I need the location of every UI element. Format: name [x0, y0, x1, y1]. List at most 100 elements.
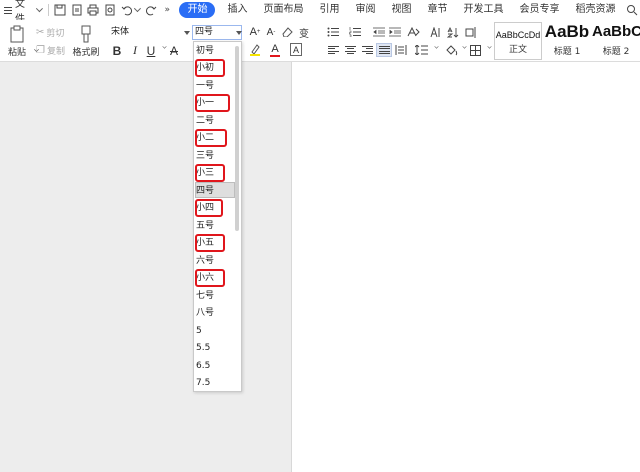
format-painter-label: 格式刷 [72, 47, 100, 58]
font-size-option[interactable]: 6.5 [196, 358, 236, 374]
style-heading-1[interactable]: AaBb 标题 1 [544, 22, 590, 60]
save-icon[interactable] [53, 2, 68, 18]
font-size-option[interactable]: 5.5 [196, 340, 236, 356]
hamburger-icon [4, 6, 12, 14]
tab-developer[interactable]: 开发工具 [455, 0, 511, 20]
customize-toolbar-icon[interactable]: » [160, 2, 175, 18]
cut-label: 剪切 [46, 28, 65, 39]
underline-dropdown-icon[interactable] [162, 44, 167, 49]
style-heading-1-label: 标题 1 [553, 47, 581, 57]
style-normal-label: 正文 [508, 45, 527, 55]
phonetic-guide-button[interactable]: 变 [296, 25, 312, 40]
font-size-option[interactable]: 八号 [196, 305, 236, 321]
tab-insert[interactable]: 插入 [219, 0, 255, 20]
tab-page-layout[interactable]: 页面布局 [255, 0, 311, 20]
search-icon[interactable] [624, 2, 639, 18]
style-normal[interactable]: AaBbCcDd 正文 [494, 22, 542, 60]
font-size-option[interactable]: 小四 [195, 199, 223, 217]
numbered-list-button[interactable] [348, 26, 362, 38]
font-size-option[interactable]: 7.5 [196, 375, 236, 391]
style-heading-1-sample: AaBb [544, 22, 590, 41]
underline-button[interactable]: U [144, 43, 158, 58]
font-size-option[interactable]: 初号 [196, 43, 236, 59]
style-normal-sample: AaBbCcDd [495, 30, 541, 40]
italic-button[interactable]: I [128, 43, 142, 58]
file-menu-button[interactable]: 文件 [0, 0, 45, 25]
copy-button[interactable]: ❐ 复制 [36, 43, 65, 57]
font-size-option[interactable]: 五号 [196, 218, 236, 234]
align-center-button[interactable] [343, 44, 357, 56]
copy-icon: ❐ [36, 44, 45, 56]
font-size-option[interactable]: 小一 [195, 94, 230, 112]
font-color-button[interactable]: A [268, 42, 282, 58]
divider [48, 4, 50, 16]
highlighter-icon [250, 44, 260, 56]
tab-references[interactable]: 引用 [311, 0, 347, 20]
font-size-option[interactable]: 一号 [196, 78, 236, 94]
format-painter-button[interactable]: 格式刷 [70, 23, 102, 59]
tab-member[interactable]: 会员专享 [511, 0, 567, 20]
font-size-option-selected[interactable]: 四号 [195, 182, 235, 198]
character-border-button[interactable]: A [290, 43, 302, 56]
tab-view[interactable]: 视图 [383, 0, 419, 20]
redo-icon[interactable] [143, 2, 158, 18]
font-size-option[interactable]: 三号 [196, 148, 236, 164]
font-size-option[interactable]: 六号 [196, 253, 236, 269]
paste-label: 粘贴 [7, 47, 26, 58]
shading-button[interactable] [444, 44, 458, 56]
font-size-option[interactable]: 二号 [196, 113, 236, 129]
borders-dropdown-icon[interactable] [487, 44, 492, 49]
undo-dropdown-icon[interactable] [133, 5, 141, 12]
bold-button[interactable]: B [110, 43, 124, 58]
strikethrough-button[interactable]: A [168, 43, 180, 58]
tab-docer-resources[interactable]: 稻壳资源 [567, 0, 623, 20]
align-right-button[interactable] [360, 44, 374, 56]
highlight-color-button[interactable] [247, 42, 263, 58]
grow-font-button[interactable]: A + [248, 25, 262, 39]
copy-label: 复制 [46, 46, 65, 57]
font-size-option[interactable]: 小二 [195, 129, 227, 147]
decrease-indent-button[interactable] [372, 26, 386, 38]
font-size-dropdown-icon[interactable] [236, 31, 242, 35]
font-name-dropdown-icon[interactable] [184, 31, 190, 35]
font-size-option[interactable]: 小五 [195, 234, 225, 252]
print-icon[interactable] [86, 2, 101, 18]
undo-icon[interactable] [119, 2, 134, 18]
shrink-font-button[interactable]: A- [264, 25, 278, 39]
font-size-option[interactable]: 七号 [196, 288, 236, 304]
tab-home[interactable]: 开始 [179, 2, 216, 18]
menu-bar: 文件 » 开始 插入 页面布局 引用 审阅 视图 章节 开发工具 会员专享 稻壳… [0, 0, 640, 25]
text-direction-button[interactable] [428, 26, 442, 38]
sort-button[interactable] [446, 26, 460, 38]
font-size-select[interactable]: 四号 [192, 25, 242, 40]
chinese-layout-button[interactable] [406, 26, 420, 38]
clear-format-icon[interactable] [281, 25, 293, 39]
justify-button[interactable] [376, 43, 392, 57]
shading-dropdown-icon[interactable] [462, 44, 467, 49]
style-heading-2[interactable]: AaBbC 标题 2 [592, 22, 640, 60]
font-name-select[interactable]: 宋体 [108, 25, 190, 40]
paste-button[interactable]: 粘贴 [4, 23, 30, 59]
font-size-dropdown-list: 初号 小初 一号 小一 二号 小二 三号 小三 四号 小四 五号 小五 六号 小… [193, 41, 242, 392]
font-size-option[interactable]: 小三 [195, 164, 225, 182]
bullet-list-button[interactable] [326, 26, 340, 38]
scissors-icon: ✂ [36, 26, 45, 38]
dropdown-scrollbar[interactable] [235, 46, 239, 231]
document-page[interactable] [291, 62, 640, 472]
borders-button[interactable] [468, 44, 482, 56]
print-preview-icon[interactable] [103, 2, 118, 18]
increase-indent-button[interactable] [388, 26, 402, 38]
tab-chapter[interactable]: 章节 [419, 0, 455, 20]
chevron-down-icon [35, 5, 43, 12]
font-size-option[interactable]: 5 [196, 323, 236, 339]
tab-review[interactable]: 审阅 [347, 0, 383, 20]
distributed-align-button[interactable] [394, 44, 408, 56]
show-marks-button[interactable] [464, 26, 478, 38]
font-size-option[interactable]: 小六 [195, 269, 225, 287]
align-left-button[interactable] [326, 44, 340, 56]
font-size-option[interactable]: 小初 [195, 59, 225, 77]
cut-button[interactable]: ✂ 剪切 [36, 25, 64, 39]
line-spacing-dropdown-icon[interactable] [434, 44, 439, 49]
export-pdf-icon[interactable] [70, 2, 85, 18]
line-spacing-button[interactable] [414, 44, 428, 56]
